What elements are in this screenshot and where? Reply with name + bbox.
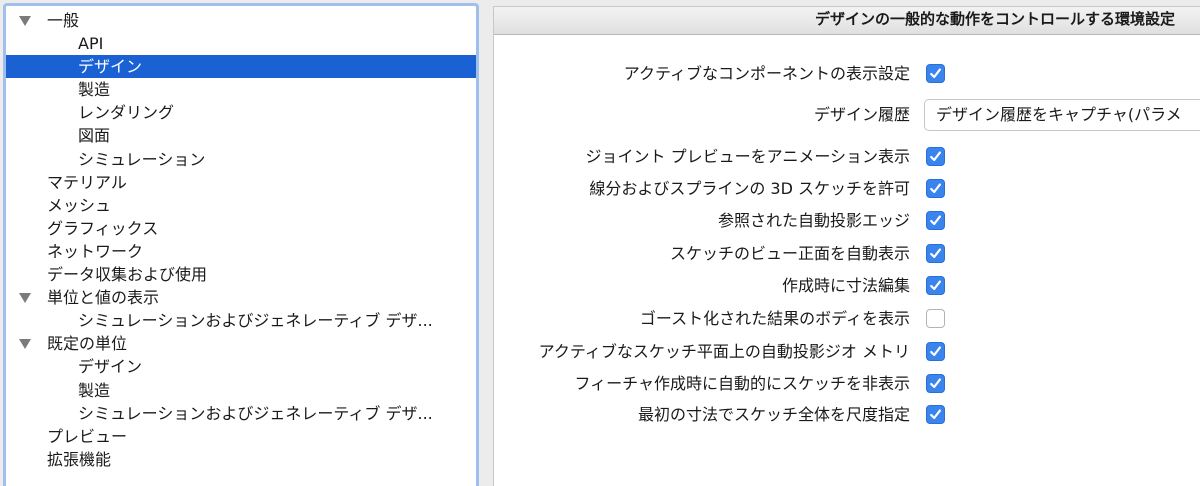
settings-panel: デザインの一般的な動作をコントロールする環境設定 アクティブなコンポーネントの表… bbox=[493, 6, 1200, 486]
setting-label: ジョイント プレビューをアニメーション表示 bbox=[585, 147, 910, 166]
setting-checkbox[interactable] bbox=[926, 244, 945, 263]
disclosure-triangle-icon[interactable] bbox=[18, 332, 32, 355]
tree-item-label: シミュレーションおよびジェネレーティブ デザ... bbox=[78, 311, 433, 331]
setting-checkbox[interactable] bbox=[926, 64, 945, 83]
setting-checkbox[interactable] bbox=[926, 342, 945, 361]
tree-item-label: データ収集および使用 bbox=[47, 265, 208, 285]
tree-item-label: 一般 bbox=[47, 11, 80, 30]
tree-item-label: メッシュ bbox=[47, 195, 112, 215]
disclosure-triangle-icon[interactable] bbox=[18, 286, 32, 309]
tree-item[interactable]: 製造 bbox=[6, 379, 476, 402]
tree-item-label: API bbox=[78, 34, 104, 54]
setting-label: デザイン履歴 bbox=[813, 105, 910, 124]
setting-row: 作成時に寸法編集 bbox=[494, 270, 1200, 302]
preferences-window: 一般 API デザイン 製造 レンダリング 図面 シミュレーション マテリアル メッシュ グラフィ… bbox=[0, 0, 1200, 486]
tree-item[interactable]: デザイン bbox=[6, 55, 476, 79]
tree-item-label: 図面 bbox=[78, 126, 111, 146]
setting-row: アクティブなスケッチ平面上の自動投影ジオ メトリ bbox=[494, 336, 1200, 368]
tree-item[interactable]: 既定の単位 bbox=[6, 332, 476, 355]
tree-item-label: 拡張機能 bbox=[47, 449, 112, 469]
category-tree[interactable]: 一般 API デザイン 製造 レンダリング 図面 シミュレーション マテリアル メッシュ グラフィ… bbox=[3, 3, 479, 486]
tree-item-label: グラフィックス bbox=[47, 218, 159, 238]
tree-item-label: プレビュー bbox=[47, 426, 128, 446]
tree-item[interactable]: データ収集および使用 bbox=[6, 263, 476, 286]
tree-item[interactable]: プレビュー bbox=[6, 425, 476, 448]
tree-item[interactable]: ネットワーク bbox=[6, 240, 476, 263]
checkmark-icon bbox=[930, 183, 941, 194]
setting-label: アクティブなスケッチ平面上の自動投影ジオ メトリ bbox=[538, 342, 910, 361]
tree-item-label: 既定の単位 bbox=[47, 334, 128, 354]
setting-row: アクティブなコンポーネントの表示設定 bbox=[494, 58, 1200, 90]
setting-label: 作成時に寸法編集 bbox=[781, 276, 910, 295]
setting-checkbox[interactable] bbox=[926, 179, 945, 198]
tree-item-label: 製造 bbox=[78, 380, 111, 400]
checkmark-icon bbox=[930, 346, 941, 357]
setting-label: フィーチャ作成時に自動的にスケッチを非表示 bbox=[574, 374, 910, 393]
tree-item-label: 製造 bbox=[78, 80, 111, 100]
setting-label: 線分およびスプラインの 3D スケッチを許可 bbox=[589, 179, 910, 198]
setting-row: ジョイント プレビューをアニメーション表示 bbox=[494, 141, 1200, 173]
tree-item-label: デザイン bbox=[78, 57, 143, 77]
checkmark-icon bbox=[930, 248, 941, 259]
tree-item[interactable]: 単位と値の表示 bbox=[6, 286, 476, 309]
setting-row: デザイン履歴 デザイン履歴をキャプチャ(パラメ bbox=[494, 99, 1200, 131]
tree-item-label: ネットワーク bbox=[47, 241, 144, 261]
checkmark-icon bbox=[930, 215, 941, 226]
setting-checkbox[interactable] bbox=[926, 147, 945, 166]
tree-item[interactable]: API bbox=[6, 32, 476, 55]
tree-item[interactable]: 製造 bbox=[6, 78, 476, 101]
checkmark-icon bbox=[930, 151, 941, 162]
category-list: 一般 API デザイン 製造 レンダリング 図面 シミュレーション マテリアル メッシュ グラフィ… bbox=[6, 6, 476, 471]
setting-checkbox[interactable] bbox=[926, 374, 945, 393]
tree-item-label: シミュレーションおよびジェネレーティブ デザ... bbox=[78, 403, 433, 423]
setting-label: 最初の寸法でスケッチ全体を尺度指定 bbox=[637, 405, 910, 424]
setting-checkbox[interactable] bbox=[926, 405, 945, 424]
setting-label: 参照された自動投影エッジ bbox=[717, 211, 910, 230]
setting-label: スケッチのビュー正面を自動表示 bbox=[669, 244, 910, 263]
setting-label: アクティブなコンポーネントの表示設定 bbox=[623, 64, 910, 83]
tree-item-label: デザイン bbox=[78, 357, 143, 377]
tree-item[interactable]: 図面 bbox=[6, 124, 476, 147]
tree-item-label: 単位と値の表示 bbox=[47, 288, 160, 308]
setting-row: 参照された自動投影エッジ bbox=[494, 205, 1200, 237]
tree-item[interactable]: シミュレーションおよびジェネレーティブ デザ... bbox=[6, 402, 476, 425]
setting-checkbox[interactable] bbox=[926, 276, 945, 295]
design-history-dropdown[interactable]: デザイン履歴をキャプチャ(パラメ bbox=[924, 99, 1200, 131]
checkmark-icon bbox=[930, 409, 941, 420]
tree-item[interactable]: シミュレーション bbox=[6, 148, 476, 171]
checkmark-icon bbox=[930, 280, 941, 291]
tree-item[interactable]: レンダリング bbox=[6, 101, 476, 124]
setting-row: スケッチのビュー正面を自動表示 bbox=[494, 238, 1200, 270]
disclosure-triangle-icon[interactable] bbox=[18, 9, 32, 32]
tree-item[interactable]: シミュレーションおよびジェネレーティブ デザ... bbox=[6, 309, 476, 332]
setting-row: フィーチャ作成時に自動的にスケッチを非表示 bbox=[494, 368, 1200, 400]
tree-item[interactable]: マテリアル bbox=[6, 171, 476, 194]
setting-checkbox[interactable] bbox=[926, 309, 945, 328]
setting-checkbox[interactable] bbox=[926, 211, 945, 230]
tree-item[interactable]: 拡張機能 bbox=[6, 448, 476, 471]
setting-row: 最初の寸法でスケッチ全体を尺度指定 bbox=[494, 399, 1200, 431]
setting-label: ゴースト化された結果のボディを表示 bbox=[639, 309, 910, 328]
tree-item[interactable]: 一般 bbox=[6, 9, 476, 32]
tree-item[interactable]: デザイン bbox=[6, 355, 476, 378]
panel-title: デザインの一般的な動作をコントロールする環境設定 bbox=[494, 7, 1200, 35]
checkmark-icon bbox=[930, 68, 941, 79]
tree-item[interactable]: グラフィックス bbox=[6, 217, 476, 240]
tree-item[interactable]: メッシュ bbox=[6, 194, 476, 217]
setting-row: 線分およびスプラインの 3D スケッチを許可 bbox=[494, 173, 1200, 205]
tree-item-label: レンダリング bbox=[78, 103, 175, 123]
tree-item-label: マテリアル bbox=[47, 172, 127, 192]
tree-item-label: シミュレーション bbox=[78, 149, 206, 169]
setting-row: ゴースト化された結果のボディを表示 bbox=[494, 303, 1200, 335]
checkmark-icon bbox=[930, 378, 941, 389]
